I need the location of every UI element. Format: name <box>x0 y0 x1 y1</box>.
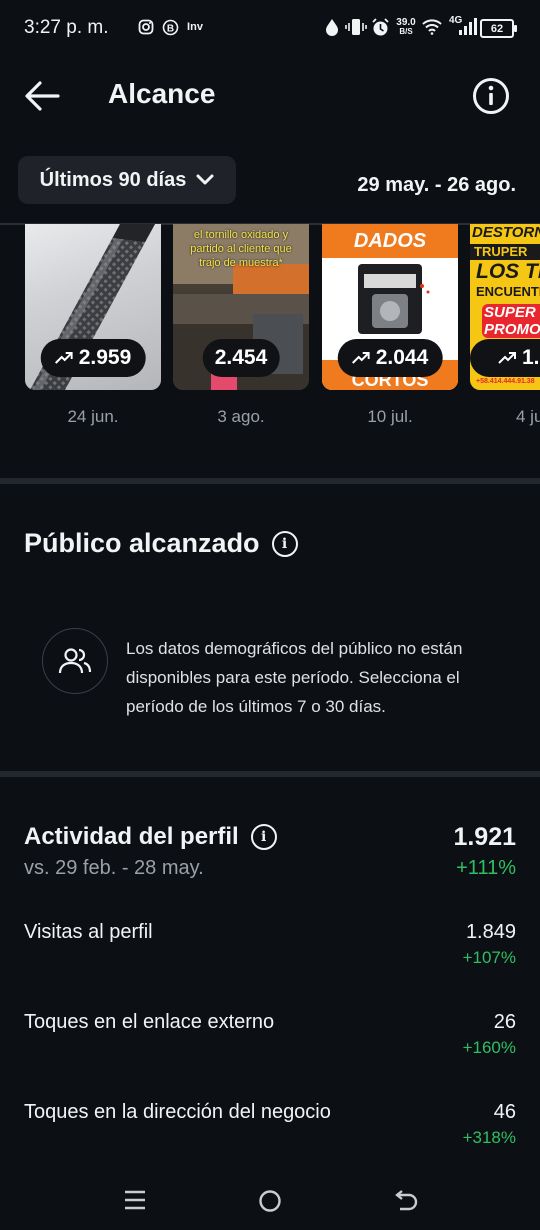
info-icon <box>473 78 509 114</box>
date-range-text: 29 may. - 26 ago. <box>357 174 516 196</box>
post-subheadline: ENCUENTR <box>476 284 540 299</box>
post-date: 24 jun. <box>67 407 119 426</box>
b-icon: B <box>161 17 179 37</box>
trending-up-icon <box>352 352 370 364</box>
post-phone: +58.414.444.91.38 <box>476 378 535 385</box>
info-icon[interactable]: i <box>271 530 298 557</box>
post-promo-1: SUPER <box>484 304 536 321</box>
post-date: 10 jul. <box>367 407 413 426</box>
trending-up-icon <box>55 352 73 364</box>
wifi-icon <box>421 17 443 37</box>
post-thumbnail-2[interactable]: el tornillo oxidado y partido al cliente… <box>173 224 309 390</box>
metric-delta: +107% <box>462 948 516 967</box>
audience-icon-badge <box>42 628 108 694</box>
metric-label: Toques en la dirección del negocio <box>24 1101 331 1123</box>
audience-header: Público alcanzado i <box>24 528 298 559</box>
post-headline: LOS TR <box>476 260 540 283</box>
alarm-icon <box>370 17 390 37</box>
instagram-icon <box>137 17 155 37</box>
post-caption: el tornillo oxidado y partido al cliente… <box>190 229 292 269</box>
system-nav-bar <box>0 1170 540 1230</box>
inv-app-label: Inv <box>187 21 203 33</box>
page-title: Alcance <box>108 78 216 109</box>
post-reach-pill: 2.454 <box>202 339 280 377</box>
post-promo-2: PROMO <box>484 321 540 338</box>
profile-activity-header: Actividad del perfil i <box>24 823 277 851</box>
vibrate-icon <box>345 17 367 37</box>
clock: 3:27 p. m. <box>24 17 109 38</box>
metric-label: Toques en el enlace externo <box>24 1011 275 1033</box>
metric-value: 1.849 <box>465 921 516 943</box>
people-icon <box>58 648 92 674</box>
metric-value: 46 <box>493 1101 516 1123</box>
metric-label: Visitas al perfil <box>24 921 153 943</box>
date-range-dropdown-label: Últimos 90 días <box>39 168 187 191</box>
chevron-down-icon <box>196 174 214 185</box>
metric-value: 26 <box>493 1011 516 1033</box>
trending-up-icon <box>498 352 516 364</box>
info-button[interactable] <box>472 77 510 115</box>
post-reach-value: 2.959 <box>78 346 132 369</box>
post-reach-value: 2.454 <box>214 346 268 369</box>
post-reach-pill: 2.959 <box>40 339 146 377</box>
recent-apps-icon[interactable] <box>124 1190 146 1210</box>
status-bar: 3:27 p. m. B Inv 39.0 B/S 4G 62 <box>0 0 540 56</box>
post-date: 4 ju <box>516 407 540 426</box>
network-speed: 39.0 B/S <box>396 17 416 37</box>
date-range-dropdown[interactable]: Últimos 90 días <box>18 156 236 204</box>
comparison-period: vs. 29 feb. - 28 may. <box>24 857 204 879</box>
back-button[interactable] <box>22 78 62 114</box>
data-saver-icon <box>324 17 340 37</box>
total-value: 1.921 <box>453 823 516 851</box>
total-delta: +111% <box>456 857 516 879</box>
post-reach-value: 1. <box>522 346 540 369</box>
arrow-left-icon <box>25 81 60 111</box>
section-divider <box>0 771 540 777</box>
home-icon[interactable] <box>258 1189 282 1213</box>
section-title: Actividad del perfil <box>24 823 239 850</box>
section-title: Público alcanzado <box>24 528 260 558</box>
post-reach-pill: 1. <box>470 339 540 377</box>
audience-unavailable-note: Los datos demográficos del público no es… <box>126 639 463 716</box>
cell-signal-icon: 4G <box>447 15 477 37</box>
post-date: 3 ago. <box>217 407 265 426</box>
back-nav-icon[interactable] <box>394 1189 418 1211</box>
metric-delta: +318% <box>462 1128 516 1147</box>
post-reach-value: 2.044 <box>375 346 429 369</box>
svg-text:B: B <box>166 23 173 34</box>
post-brand: TRUPER <box>470 244 540 260</box>
post-banner: DESTORNI <box>472 224 540 241</box>
post-thumbnail-1[interactable]: 2.959 <box>25 224 161 390</box>
info-icon[interactable]: i <box>250 824 277 850</box>
post-thumbnail-3[interactable]: DADOS CORTOS 2.044 <box>322 224 458 390</box>
metric-delta: +160% <box>462 1038 516 1057</box>
post-reach-pill: 2.044 <box>337 339 443 377</box>
section-divider <box>0 478 540 484</box>
post-thumbnail-4[interactable]: DESTORNI TRUPER LOS TR ENCUENTR SUPER PR… <box>470 224 540 390</box>
battery-indicator: 62 <box>480 19 517 38</box>
